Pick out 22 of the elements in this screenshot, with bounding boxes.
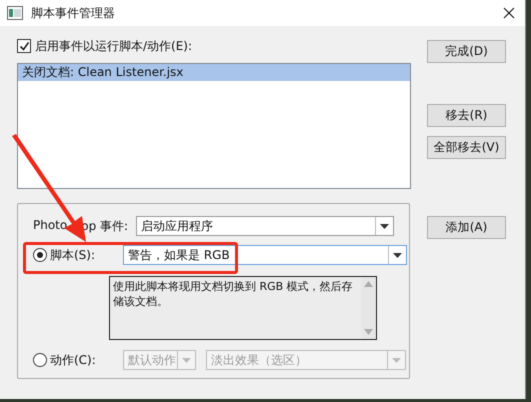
- dialog-button[interactable]: 全部移去(V): [427, 136, 506, 159]
- description-text: 使用此脚本将现用文档切换到 RGB 模式，然后存储该文档。: [112, 279, 354, 310]
- event-dropdown[interactable]: 启动应用程序: [136, 216, 394, 236]
- radio-label: 脚本(S):: [49, 246, 96, 264]
- radio-label: 动作(C):: [49, 352, 97, 368]
- event-label: Photo: [33, 218, 68, 234]
- window-title: 脚本事件管理器: [31, 4, 116, 22]
- dialog-button[interactable]: 移去(R): [427, 104, 506, 127]
- dialog-button[interactable]: 完成(D): [427, 40, 506, 63]
- script-dropdown[interactable]: 警告，如果是 RGB: [123, 245, 407, 265]
- dialog-button[interactable]: 添加(A): [427, 216, 506, 239]
- close-icon[interactable]: [503, 7, 515, 19]
- radio-button[interactable]: [33, 353, 47, 367]
- list-item[interactable]: 关闭文档: Clean Listener.jsx: [18, 64, 410, 81]
- caret-icon: [392, 358, 401, 362]
- caret-icon: [182, 358, 191, 362]
- app-icon: [7, 6, 23, 20]
- radio-button[interactable]: [33, 248, 47, 262]
- checkbox-label: 启用事件以运行脚本/动作(E):: [35, 38, 192, 54]
- checkbox[interactable]: [17, 39, 31, 53]
- caret-icon: [393, 252, 402, 258]
- caret-icon: [380, 224, 389, 228]
